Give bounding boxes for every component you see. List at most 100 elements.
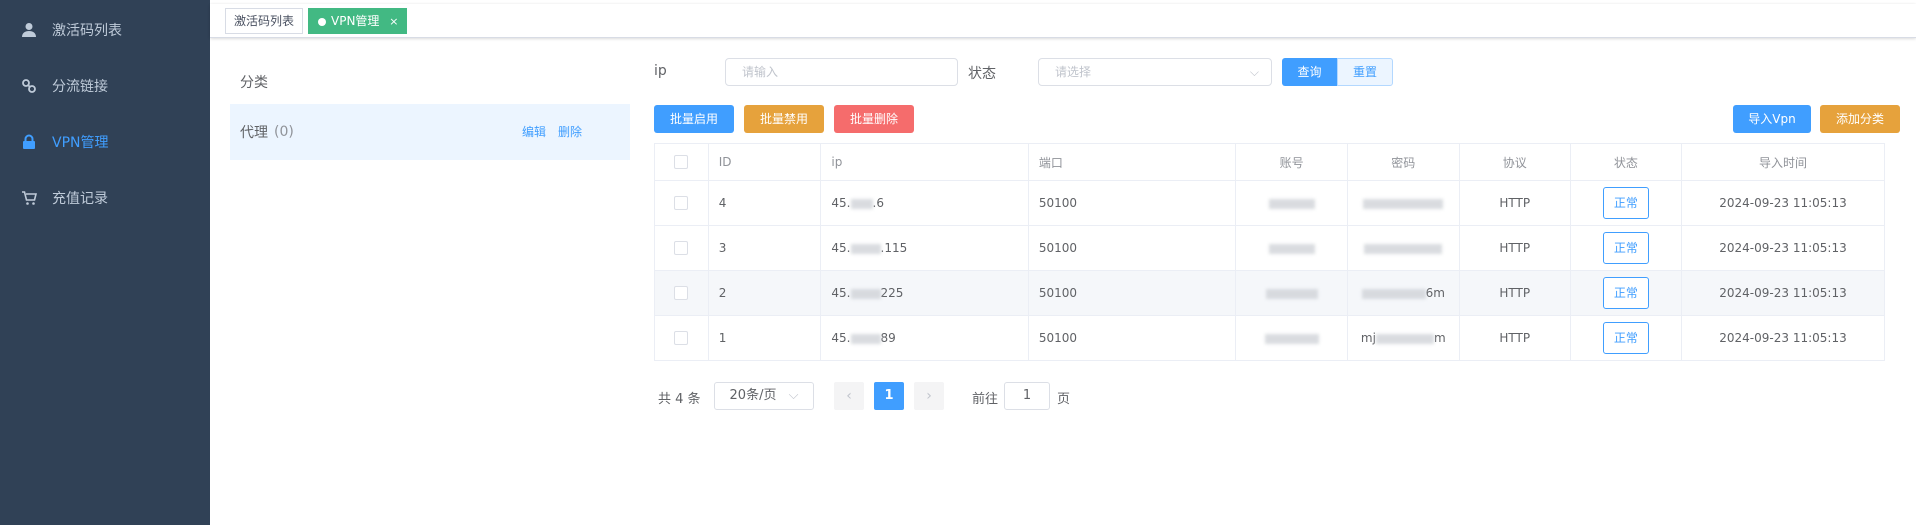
prev-page-button[interactable]: ‹	[834, 382, 864, 410]
status-button[interactable]: 正常	[1602, 187, 1649, 219]
ip-suffix: 225	[880, 286, 904, 300]
next-page-button[interactable]: ›	[914, 382, 944, 410]
cell-protocol: HTTP	[1458, 315, 1571, 361]
cell-password: 6m	[1346, 270, 1460, 316]
batch-disable-button[interactable]: 批量禁用	[744, 105, 824, 133]
cell-time: 2024-09-23 11:05:13	[1681, 225, 1885, 271]
cell-ip: 45. .115	[820, 225, 1029, 271]
add-category-button[interactable]: 添加分类	[1820, 105, 1900, 133]
sidebar: 激活码列表 分流链接 VPN管理 充值记录	[0, 0, 210, 525]
category-count: (0)	[274, 124, 294, 140]
header-id: ID	[707, 143, 822, 181]
status-button[interactable]: 正常	[1602, 277, 1649, 309]
cell-id: 1	[707, 315, 822, 361]
password-suffix: m	[1433, 331, 1446, 345]
redacted-block	[1265, 288, 1318, 299]
goto-page-input[interactable]: 1	[1004, 382, 1050, 410]
vpn-table: ID ip 端口 账号 密码 协议 状态 导入时间 4 45. .6 50100 …	[654, 143, 1885, 361]
status-button[interactable]: 正常	[1602, 232, 1649, 264]
page-size-select[interactable]: 20条/页 ⌵	[714, 382, 814, 410]
cell-id: 4	[707, 180, 822, 226]
cell-port: 50100	[1027, 315, 1237, 361]
pagination-total: 共 4 条	[658, 392, 701, 407]
redacted-block	[1361, 288, 1426, 299]
query-button[interactable]: 查询	[1282, 58, 1337, 86]
ip-prefix: 45.	[831, 286, 851, 300]
redacted-block	[850, 198, 873, 209]
cell-password: mj m	[1346, 315, 1460, 361]
cell-id: 3	[707, 225, 822, 271]
redacted-block	[1375, 333, 1434, 344]
redacted-block	[850, 333, 881, 344]
main-area: 激活码列表 VPN管理 × 分类 代理 (0) 编辑 删除 ip 请输入 状态 …	[210, 0, 1916, 525]
ip-suffix: .6	[872, 196, 884, 210]
category-edit-link[interactable]: 编辑	[522, 104, 546, 160]
select-all-checkbox[interactable]	[654, 143, 709, 181]
header-protocol: 协议	[1458, 143, 1571, 181]
close-icon[interactable]: ×	[389, 15, 398, 28]
tags-bar: 激活码列表 VPN管理 ×	[210, 4, 1916, 38]
cell-account	[1235, 180, 1348, 226]
header-password: 密码	[1346, 143, 1460, 181]
status-button[interactable]: 正常	[1602, 322, 1649, 354]
reset-button[interactable]: 重置	[1337, 58, 1393, 86]
table-header-row: ID ip 端口 账号 密码 协议 状态 导入时间	[654, 143, 1885, 181]
redacted-block	[1268, 198, 1315, 209]
ip-suffix: .115	[880, 241, 908, 255]
tag-vpn[interactable]: VPN管理 ×	[308, 8, 408, 34]
batch-enable-button[interactable]: 批量启用	[654, 105, 734, 133]
category-item[interactable]: 代理 (0) 编辑 删除	[230, 104, 630, 160]
redacted-block	[850, 243, 881, 254]
cell-time: 2024-09-23 11:05:13	[1681, 270, 1885, 316]
chevron-down-icon: ⌵	[788, 388, 799, 403]
table-row: 1 45. 89 50100 mj m HTTP 正常 2024-09-23 11:…	[654, 315, 1885, 361]
cell-password	[1346, 180, 1460, 226]
cell-time: 2024-09-23 11:05:13	[1681, 315, 1885, 361]
link-icon	[20, 77, 38, 95]
header-account: 账号	[1235, 143, 1348, 181]
cell-account	[1235, 270, 1348, 316]
page-suffix: 页	[1057, 392, 1071, 407]
status-label: 状态	[968, 66, 996, 82]
sidebar-item-split-links[interactable]: 分流链接	[0, 58, 210, 114]
cell-status: 正常	[1569, 315, 1683, 361]
cell-id: 2	[707, 270, 822, 316]
redacted-block	[1364, 243, 1443, 254]
ip-input[interactable]: 请输入	[725, 58, 958, 86]
category-delete-link[interactable]: 删除	[558, 104, 582, 160]
sidebar-item-recharge[interactable]: 充值记录	[0, 170, 210, 226]
category-title: 分类	[240, 75, 268, 91]
header-import-time: 导入时间	[1681, 143, 1885, 181]
sidebar-item-label: 激活码列表	[52, 23, 122, 39]
tag-activation-codes[interactable]: 激活码列表	[225, 8, 304, 34]
status-placeholder: 请选择	[1055, 65, 1092, 79]
cell-port: 50100	[1027, 270, 1237, 316]
sidebar-item-label: 分流链接	[52, 79, 108, 95]
password-suffix: 6m	[1425, 286, 1445, 300]
cell-account	[1235, 315, 1348, 361]
ip-prefix: 45.	[831, 241, 851, 255]
ip-suffix: 89	[880, 331, 896, 345]
sidebar-item-label: VPN管理	[52, 135, 109, 151]
sidebar-item-activation-codes[interactable]: 激活码列表	[0, 2, 210, 58]
password-prefix: mj	[1360, 331, 1376, 345]
import-vpn-button[interactable]: 导入Vpn	[1733, 105, 1811, 133]
row-checkbox[interactable]	[654, 180, 709, 226]
table-row: 4 45. .6 50100 HTTP 正常 2024-09-23 11:05:1…	[654, 180, 1885, 226]
page-number-current[interactable]: 1	[874, 382, 904, 410]
lock-icon	[20, 133, 38, 151]
table-row: 3 45. .115 50100 HTTP 正常 2024-09-23 11:05…	[654, 225, 1885, 271]
active-dot-icon	[318, 18, 326, 26]
batch-delete-button[interactable]: 批量删除	[834, 105, 914, 133]
row-checkbox[interactable]	[654, 315, 709, 361]
category-name: 代理	[240, 125, 268, 141]
chevron-down-icon: ⌵	[1249, 65, 1259, 79]
row-checkbox[interactable]	[654, 270, 709, 316]
header-port: 端口	[1027, 143, 1237, 181]
goto-label: 前往	[972, 392, 999, 407]
chevron-right-icon: ›	[926, 388, 932, 404]
sidebar-item-vpn[interactable]: VPN管理	[0, 114, 210, 170]
cell-port: 50100	[1027, 180, 1237, 226]
row-checkbox[interactable]	[654, 225, 709, 271]
status-select[interactable]: 请选择 ⌵	[1038, 58, 1272, 86]
